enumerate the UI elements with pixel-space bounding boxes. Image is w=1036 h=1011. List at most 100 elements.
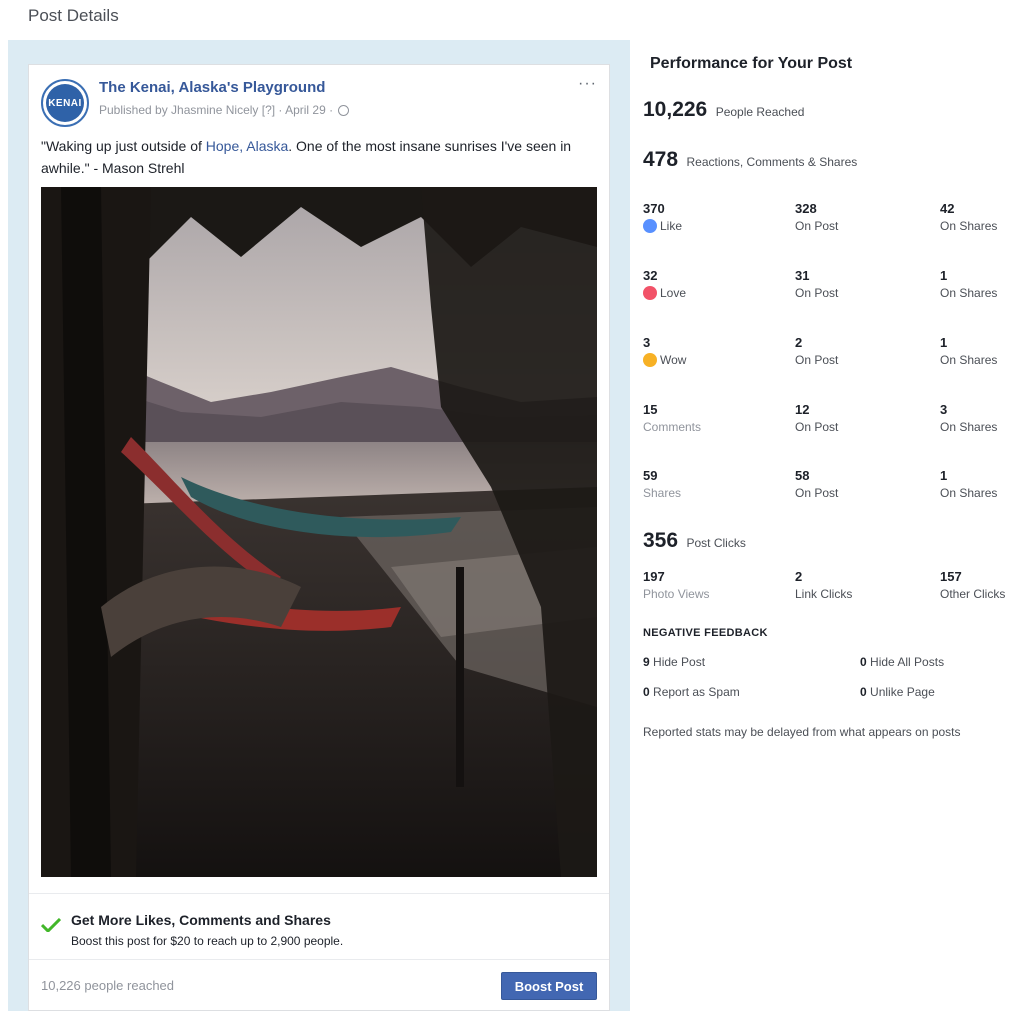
other-clicks: 157 Other Clicks: [940, 569, 1005, 603]
comments-on-shares: 3 On Shares: [940, 402, 997, 436]
comments-on-shares-value: 3: [940, 402, 948, 417]
wow-label: Wow: [643, 351, 686, 369]
page: Post Details KENAI The Kenai, Alaska's P…: [0, 0, 1036, 1011]
report-spam-stat: 0 Report as Spam: [643, 685, 740, 699]
love-on-shares-label: On Shares: [940, 286, 998, 300]
like-total: 370 Like: [643, 201, 682, 235]
other-clicks-value: 157: [940, 569, 962, 584]
link-clicks-value: 2: [795, 569, 803, 584]
wow-label-text: Wow: [660, 353, 687, 367]
shares-total-value: 59: [643, 468, 658, 483]
wow-total: 3 Wow: [643, 335, 686, 369]
love-on-post-label: On Post: [795, 286, 839, 300]
shares-on-post: 58 On Post: [795, 468, 838, 502]
post-text-part1: "Waking up just outside of: [41, 138, 206, 154]
post-header: KENAI The Kenai, Alaska's Playground Pub…: [41, 75, 597, 127]
comments-on-shares-label: On Shares: [940, 420, 998, 434]
love-icon: [643, 286, 657, 300]
stat-row-love: 32 Love 31 On Post 1 On Shares: [643, 268, 1036, 308]
post-meta: Published by Jhasmine Nicely [?] · April…: [99, 103, 350, 117]
like-icon: [643, 219, 657, 233]
post-clicks-label: Post Clicks: [686, 536, 746, 550]
people-reached: 10,226 People Reached: [643, 98, 804, 122]
unlike-page-label: Unlike Page: [870, 685, 935, 699]
shares-label: Shares: [643, 486, 682, 500]
shares-on-shares-label: On Shares: [940, 486, 998, 500]
performance-title: Performance for Your Post: [650, 55, 853, 72]
performance-panel: Performance for Your Post 10,226 People …: [643, 0, 1036, 1011]
stat-row-shares: 59 Shares 58 On Post 1 On Shares: [643, 468, 1036, 508]
other-clicks-label: Other Clicks: [940, 587, 1006, 601]
wow-on-post-value: 2: [795, 335, 803, 350]
love-label-text: Love: [660, 286, 687, 300]
negative-feedback-title: NEGATIVE FEEDBACK: [643, 627, 768, 639]
delay-note: Reported stats may be delayed from what …: [643, 725, 961, 739]
wow-on-post-label: On Post: [795, 353, 839, 367]
people-reached-label: People Reached: [715, 105, 805, 119]
post-photo[interactable]: [41, 187, 597, 877]
like-label-text: Like: [660, 219, 683, 233]
people-reached-value: 10,226: [643, 98, 708, 121]
like-on-shares-label: On Shares: [940, 219, 998, 233]
hide-all-posts-label: Hide All Posts: [870, 655, 945, 669]
boost-post-button[interactable]: Boost Post: [501, 972, 597, 1000]
engagement-label: Reactions, Comments & Shares: [686, 155, 858, 169]
link-clicks: 2 Link Clicks: [795, 569, 852, 603]
like-total-value: 370: [643, 201, 665, 216]
page-title: Post Details: [28, 6, 119, 25]
link-clicks-label: Link Clicks: [795, 587, 853, 601]
photo-views-value: 197: [643, 569, 665, 584]
hide-all-posts-value: 0: [860, 655, 867, 669]
comments-label: Comments: [643, 420, 702, 434]
wow-on-shares-label: On Shares: [940, 353, 998, 367]
post-card: KENAI The Kenai, Alaska's Playground Pub…: [28, 64, 610, 1011]
report-spam-value: 0: [643, 685, 650, 699]
love-total: 32 Love: [643, 268, 686, 302]
stat-row-comments: 15 Comments 12 On Post 3 On Shares: [643, 402, 1036, 442]
comments-on-post: 12 On Post: [795, 402, 838, 436]
love-on-post: 31 On Post: [795, 268, 838, 302]
post-clicks: 356 Post Clicks: [643, 529, 746, 553]
photo-views-label: Photo Views: [643, 587, 710, 601]
hide-post-value: 9: [643, 655, 650, 669]
post-text: "Waking up just outside of Hope, Alaska.…: [41, 135, 591, 179]
page-name-link[interactable]: The Kenai, Alaska's Playground: [99, 79, 325, 96]
wow-on-shares: 1 On Shares: [940, 335, 997, 369]
reached-count: 10,226 people reached: [41, 978, 175, 993]
unlike-page-value: 0: [860, 685, 867, 699]
comments-on-post-label: On Post: [795, 420, 839, 434]
page-avatar[interactable]: KENAI: [41, 79, 89, 127]
like-on-post-value: 328: [795, 201, 817, 216]
page-logo: KENAI: [46, 84, 84, 122]
stat-row-wow: 3 Wow 2 On Post 1 On Shares: [643, 335, 1036, 375]
wow-icon: [643, 353, 657, 367]
love-on-shares: 1 On Shares: [940, 268, 997, 302]
comments-total: 15 Comments: [643, 402, 701, 436]
boost-subtext: Boost this post for $20 to reach up to 2…: [71, 934, 344, 948]
like-on-shares: 42 On Shares: [940, 201, 997, 235]
boost-headline: Get More Likes, Comments and Shares: [71, 912, 331, 928]
shares-on-post-value: 58: [795, 468, 810, 483]
unlike-page-stat: 0 Unlike Page: [860, 685, 935, 699]
engagement-value: 478: [643, 148, 679, 171]
shares-on-shares: 1 On Shares: [940, 468, 997, 502]
location-link[interactable]: Hope, Alaska: [206, 138, 289, 154]
more-options-icon[interactable]: ···: [578, 75, 597, 93]
post-footer: 10,226 people reached Boost Post: [29, 959, 609, 1011]
globe-icon: [338, 105, 350, 116]
love-label: Love: [643, 284, 686, 302]
shares-on-shares-value: 1: [940, 468, 948, 483]
published-by: Published by Jhasmine Nicely [?] · April…: [99, 103, 334, 117]
like-label: Like: [643, 217, 682, 235]
like-on-post: 328 On Post: [795, 201, 838, 235]
hide-post-label: Hide Post: [653, 655, 706, 669]
love-on-shares-value: 1: [940, 268, 948, 283]
like-on-post-label: On Post: [795, 219, 839, 233]
shares-total: 59 Shares: [643, 468, 681, 502]
love-on-post-value: 31: [795, 268, 810, 283]
post-preview-frame: KENAI The Kenai, Alaska's Playground Pub…: [8, 40, 630, 1011]
wow-on-shares-value: 1: [940, 335, 948, 350]
post-clicks-value: 356: [643, 529, 679, 552]
like-on-shares-value: 42: [940, 201, 955, 216]
hide-post-stat: 9 Hide Post: [643, 655, 705, 669]
